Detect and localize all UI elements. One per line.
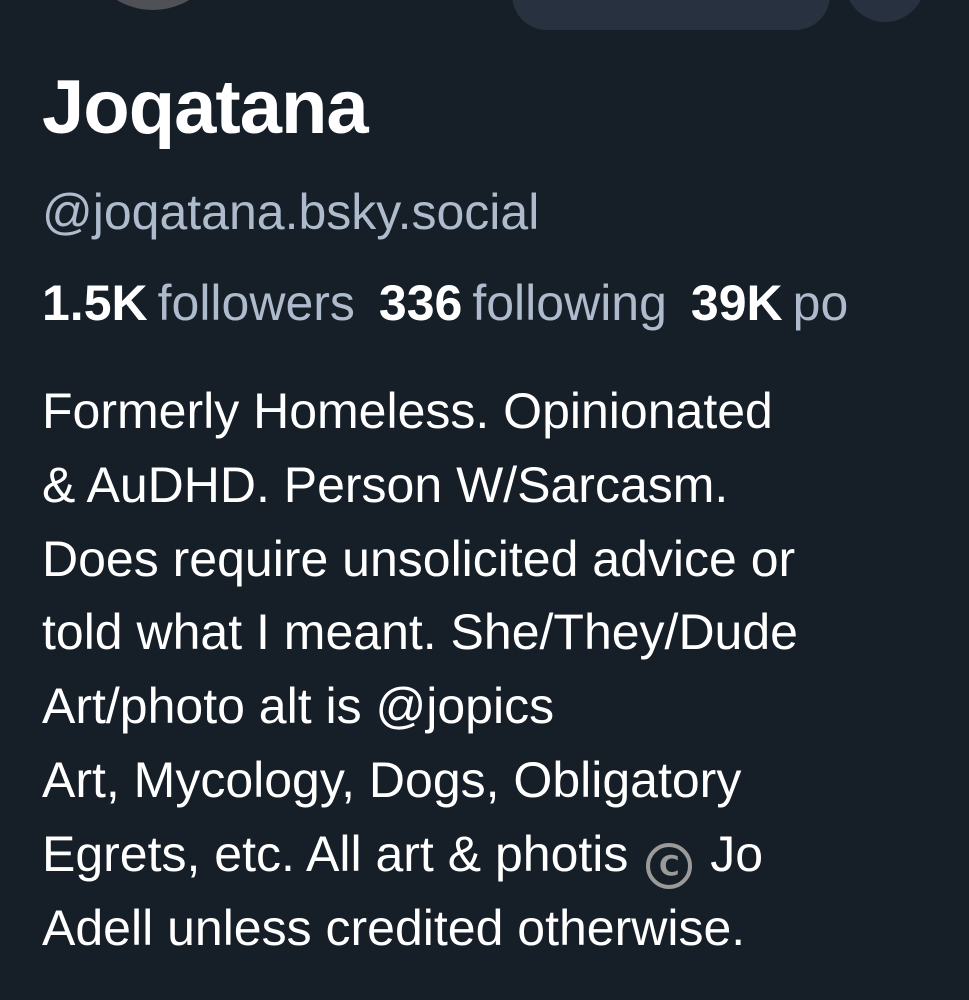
profile-page: Joqatana @joqatana.bsky.social 1.5K follo… <box>0 0 969 1000</box>
bio-line: told what I meant. She/They/Dude <box>42 604 798 661</box>
bio-line: Art/photo alt is @jopics <box>42 678 555 735</box>
followers-count: 1.5K <box>42 275 148 331</box>
bio-line: Does require unsolicited advice or <box>42 530 796 587</box>
display-name: Joqatana <box>42 65 369 150</box>
posts-stat: 39K po <box>691 275 848 331</box>
bio-line-with-icon: Egrets, etc. All art & photis C Jo <box>42 818 962 892</box>
following-label: following <box>472 275 667 331</box>
profile-handle: @joqatana.bsky.social <box>42 184 540 240</box>
posts-label: po <box>792 275 849 331</box>
bio-line: & AuDHD. Person W/Sarcasm. <box>42 456 729 513</box>
followers-label: followers <box>157 275 355 331</box>
profile-stats: 1.5K followers 336 following 39K po <box>42 278 848 328</box>
more-options-button[interactable] <box>845 0 925 22</box>
following-count: 336 <box>378 275 463 331</box>
bio-text-segment: Egrets, etc. All art & photis <box>42 825 629 882</box>
bio-line: Art, Mycology, Dogs, Obligatory <box>42 751 742 808</box>
following-link[interactable]: 336 following <box>379 275 667 331</box>
bio-text-segment: Jo <box>710 825 764 882</box>
bio-line: Formerly Homeless. Opinionated <box>42 383 773 439</box>
posts-count: 39K <box>690 275 783 331</box>
bio-line: Adell unless credited otherwise. <box>42 899 746 956</box>
avatar[interactable] <box>78 0 228 10</box>
profile-bio: Formerly Homeless. Opinionated & AuDHD. … <box>42 375 962 965</box>
copyright-icon: C <box>646 842 693 889</box>
followers-link[interactable]: 1.5K followers <box>42 275 355 331</box>
follow-button[interactable] <box>512 0 830 30</box>
